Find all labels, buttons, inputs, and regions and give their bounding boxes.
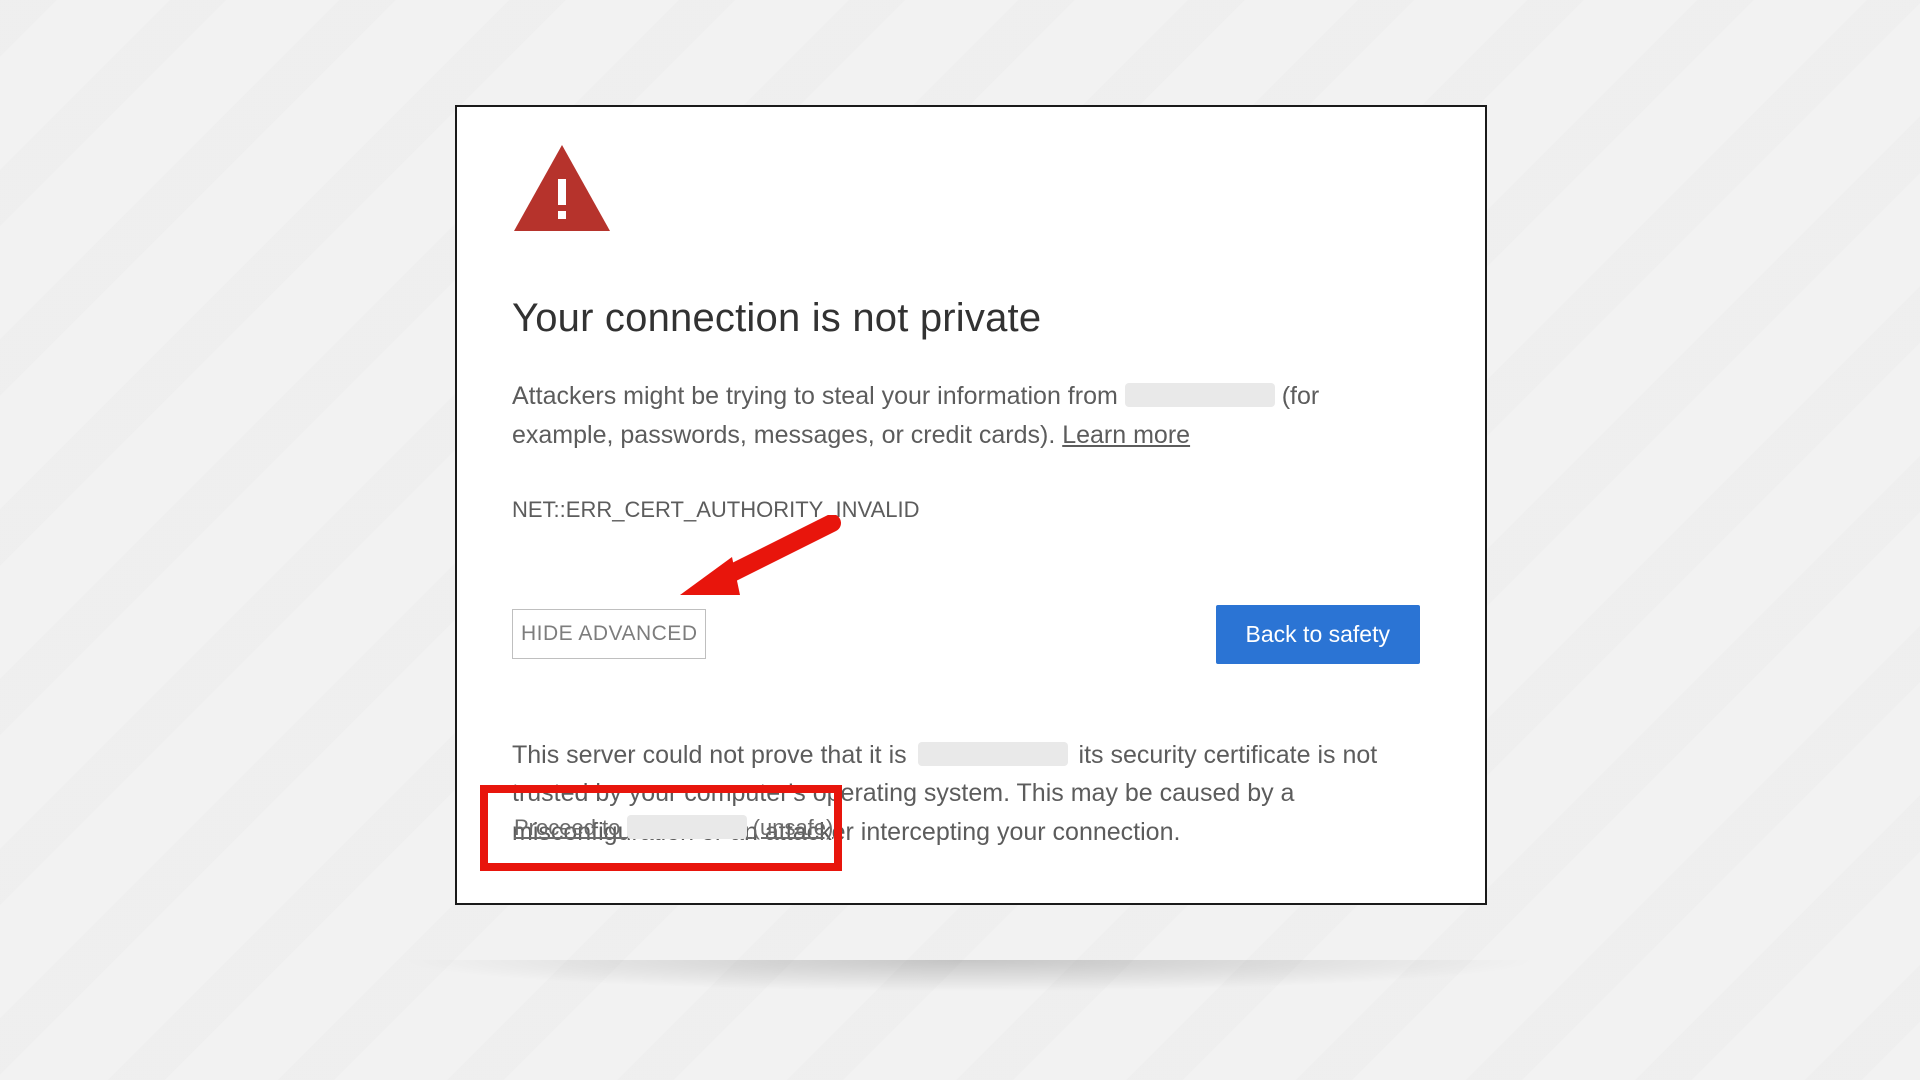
adv-text-1: This server could not prove that it is — [512, 741, 914, 769]
proceed-highlight-box: Proceed to (unsafe) — [480, 785, 842, 871]
error-code: NET::ERR_CERT_AUTHORITY_INVALID — [512, 497, 1430, 523]
learn-more-link[interactable]: Learn more — [1062, 421, 1190, 449]
redacted-host — [1125, 383, 1275, 407]
proceed-unsafe-link[interactable]: Proceed to (unsafe) — [514, 815, 833, 841]
proceed-suffix: (unsafe) — [753, 815, 834, 840]
redacted-host-proceed — [627, 815, 747, 839]
desc-text-1: Attackers might be trying to steal your … — [512, 382, 1125, 410]
warning-triangle-icon — [514, 145, 1430, 236]
error-title: Your connection is not private — [512, 296, 1430, 341]
proceed-prefix: Proceed to — [514, 815, 627, 840]
hide-advanced-button[interactable]: HIDE ADVANCED — [512, 609, 706, 659]
action-row: HIDE ADVANCED Back to safety — [512, 605, 1430, 664]
error-description: Attackers might be trying to steal your … — [512, 377, 1422, 455]
redacted-host-advanced — [918, 742, 1068, 766]
drop-shadow — [160, 960, 1780, 1010]
back-to-safety-button[interactable]: Back to safety — [1216, 605, 1420, 664]
